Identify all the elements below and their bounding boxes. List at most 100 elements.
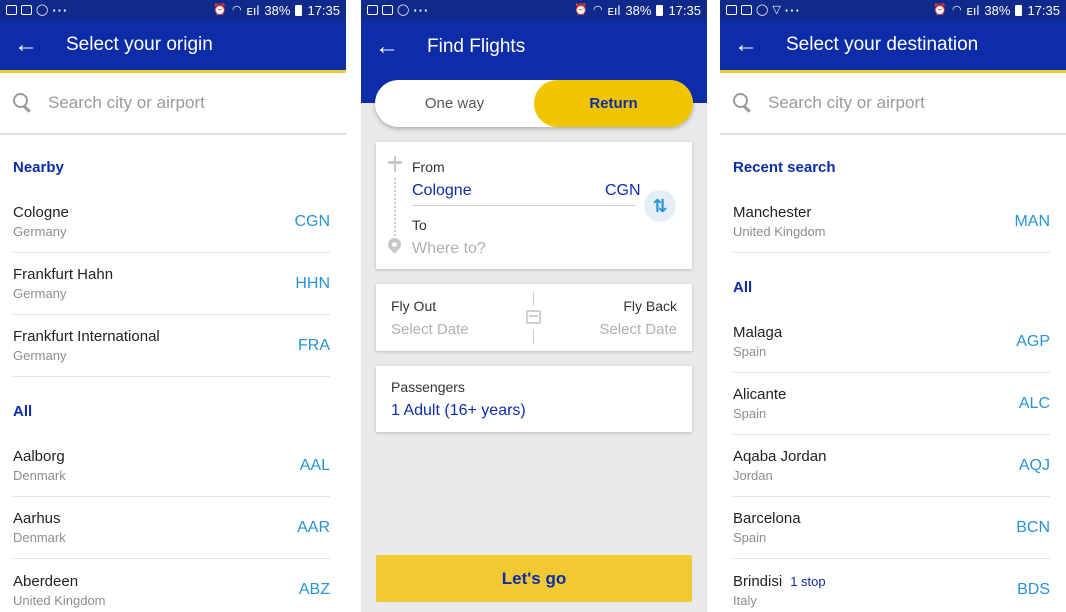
page-title: Select your origin bbox=[66, 34, 213, 55]
search-input[interactable]: Search city or airport bbox=[0, 73, 346, 135]
airport-row[interactable]: Frankfurt Hahn Germany HHN bbox=[13, 253, 330, 315]
battery-percent: 38% bbox=[984, 2, 1011, 18]
battery-percent: 38% bbox=[264, 2, 291, 18]
passengers-value: 1 Adult (16+ years) bbox=[391, 402, 526, 419]
airport-code: AQJ bbox=[1018, 456, 1050, 474]
battery-percent: 38% bbox=[625, 2, 652, 18]
vpn-icon: ▽ bbox=[772, 3, 781, 16]
airport-country: United Kingdom bbox=[13, 592, 106, 608]
from-city[interactable]: Cologne bbox=[412, 182, 472, 200]
search-placeholder: Search city or airport bbox=[48, 93, 205, 112]
app-bar: ← Find Flights bbox=[361, 20, 707, 73]
more-notifications-icon: ··· bbox=[52, 2, 69, 18]
airport-row[interactable]: Aalborg Denmark AAL bbox=[13, 435, 330, 497]
one-way-option[interactable]: One way bbox=[375, 80, 534, 127]
gallery-icon bbox=[6, 5, 17, 15]
dates-card: Fly Out Select Date Fly Back Select Date bbox=[376, 284, 692, 351]
page-title: Select your destination bbox=[786, 34, 979, 55]
lets-go-button[interactable]: Let's go bbox=[376, 555, 692, 602]
airport-row[interactable]: Barcelona Spain BCN bbox=[733, 497, 1050, 559]
fly-back-label: Fly Back bbox=[623, 298, 677, 314]
airport-row[interactable]: Brindisi 1 stop Italy BDS bbox=[733, 559, 1050, 612]
airport-country: Denmark bbox=[13, 530, 66, 545]
battery-icon bbox=[295, 4, 303, 16]
airport-code: ALC bbox=[1018, 394, 1050, 412]
back-arrow-icon[interactable]: ← bbox=[734, 33, 774, 57]
section-header-all: All bbox=[733, 279, 753, 296]
airport-name-wrap: Brindisi 1 stop bbox=[733, 573, 826, 590]
airport-name: Frankfurt Hahn bbox=[13, 266, 114, 283]
airport-code: CGN bbox=[294, 212, 330, 230]
divider bbox=[533, 330, 534, 344]
airport-country: Spain bbox=[733, 344, 767, 359]
airport-country: Spain bbox=[733, 530, 767, 545]
airport-name: Cologne bbox=[13, 204, 69, 221]
airport-code: AAL bbox=[299, 456, 330, 474]
back-arrow-icon[interactable]: ← bbox=[375, 34, 415, 59]
route-card: From Cologne CGN ⇅ To Where to? bbox=[376, 142, 692, 269]
airport-row[interactable]: Cologne Germany CGN bbox=[13, 191, 330, 253]
status-bar: ◯ ··· ⏰ ◠ ᴇıl 38% 17:35 bbox=[361, 0, 707, 20]
more-notifications-icon: ··· bbox=[784, 2, 801, 18]
airport-name: Aarhus bbox=[13, 510, 61, 527]
signal-icon: ᴇıl bbox=[966, 2, 980, 18]
signal-icon: ᴇıl bbox=[607, 2, 621, 18]
airport-row[interactable]: Frankfurt International Germany FRA bbox=[13, 315, 330, 377]
airport-row[interactable]: Alicante Spain ALC bbox=[733, 373, 1050, 435]
message-icon bbox=[21, 5, 32, 15]
search-icon bbox=[732, 92, 754, 114]
message-icon bbox=[382, 5, 393, 15]
wifi-icon: ◠ bbox=[951, 3, 962, 16]
airport-code: AGP bbox=[1016, 332, 1050, 350]
route-connector bbox=[394, 178, 396, 236]
airport-row[interactable]: Malaga Spain AGP bbox=[733, 311, 1050, 373]
airport-name: Manchester bbox=[733, 204, 812, 221]
airport-code: MAN bbox=[1014, 212, 1050, 230]
fly-out-label: Fly Out bbox=[391, 298, 437, 314]
wifi-icon: ◠ bbox=[231, 3, 242, 16]
clock: 17:35 bbox=[307, 2, 340, 18]
find-flights-screen: ◯ ··· ⏰ ◠ ᴇıl 38% 17:35 ← Find Flights O… bbox=[361, 0, 707, 612]
destination-screen: ◯ ▽ ··· ⏰ ◠ ᴇıl 38% 17:35 ← Select your … bbox=[720, 0, 1066, 612]
signal-icon: ᴇıl bbox=[246, 2, 260, 18]
alarm-icon: ⏰ bbox=[213, 3, 227, 16]
search-icon bbox=[12, 92, 34, 114]
alarm-icon: ⏰ bbox=[933, 3, 947, 16]
airport-row[interactable]: Manchester United Kingdom MAN bbox=[733, 191, 1050, 253]
airport-name: Aberdeen bbox=[13, 572, 79, 590]
airport-country: Denmark bbox=[13, 468, 66, 483]
return-option[interactable]: Return bbox=[534, 80, 693, 127]
airport-row[interactable]: Aberdeen United Kingdom ABZ bbox=[13, 559, 330, 612]
airport-code: BCN bbox=[1016, 518, 1050, 536]
page-title: Find Flights bbox=[427, 35, 526, 57]
message-icon bbox=[741, 5, 752, 15]
plane-icon bbox=[388, 156, 402, 172]
divider bbox=[533, 292, 534, 306]
to-label: To bbox=[412, 217, 427, 233]
fly-out-date[interactable]: Select Date bbox=[391, 321, 469, 338]
to-input[interactable]: Where to? bbox=[412, 240, 486, 258]
airport-country: Germany bbox=[13, 224, 67, 239]
airport-row[interactable]: Aqaba Jordan Jordan AQJ bbox=[733, 435, 1050, 497]
whatsapp-icon: ◯ bbox=[756, 3, 769, 16]
search-input[interactable]: Search city or airport bbox=[720, 73, 1066, 135]
passengers-card[interactable]: Passengers 1 Adult (16+ years) bbox=[376, 366, 692, 432]
calendar-icon bbox=[526, 310, 541, 324]
trip-type-toggle: One way Return bbox=[375, 80, 693, 127]
back-arrow-icon[interactable]: ← bbox=[14, 33, 54, 57]
gallery-icon bbox=[367, 5, 378, 15]
section-header-recent: Recent search bbox=[733, 159, 836, 176]
section-header-nearby: Nearby bbox=[13, 159, 64, 176]
section-header-all: All bbox=[13, 403, 33, 420]
airport-name: Aalborg bbox=[13, 448, 65, 465]
from-code: CGN bbox=[605, 182, 641, 199]
wifi-icon: ◠ bbox=[592, 3, 603, 16]
airport-country: United Kingdom bbox=[733, 224, 826, 239]
airport-row[interactable]: Aarhus Denmark AAR bbox=[13, 497, 330, 559]
swap-icon[interactable]: ⇅ bbox=[644, 190, 676, 222]
fly-back-date[interactable]: Select Date bbox=[599, 321, 677, 338]
app-bar: ← Select your origin bbox=[0, 20, 346, 73]
clock: 17:35 bbox=[1027, 2, 1060, 18]
search-placeholder: Search city or airport bbox=[768, 93, 925, 112]
airport-name: Brindisi bbox=[733, 572, 783, 590]
